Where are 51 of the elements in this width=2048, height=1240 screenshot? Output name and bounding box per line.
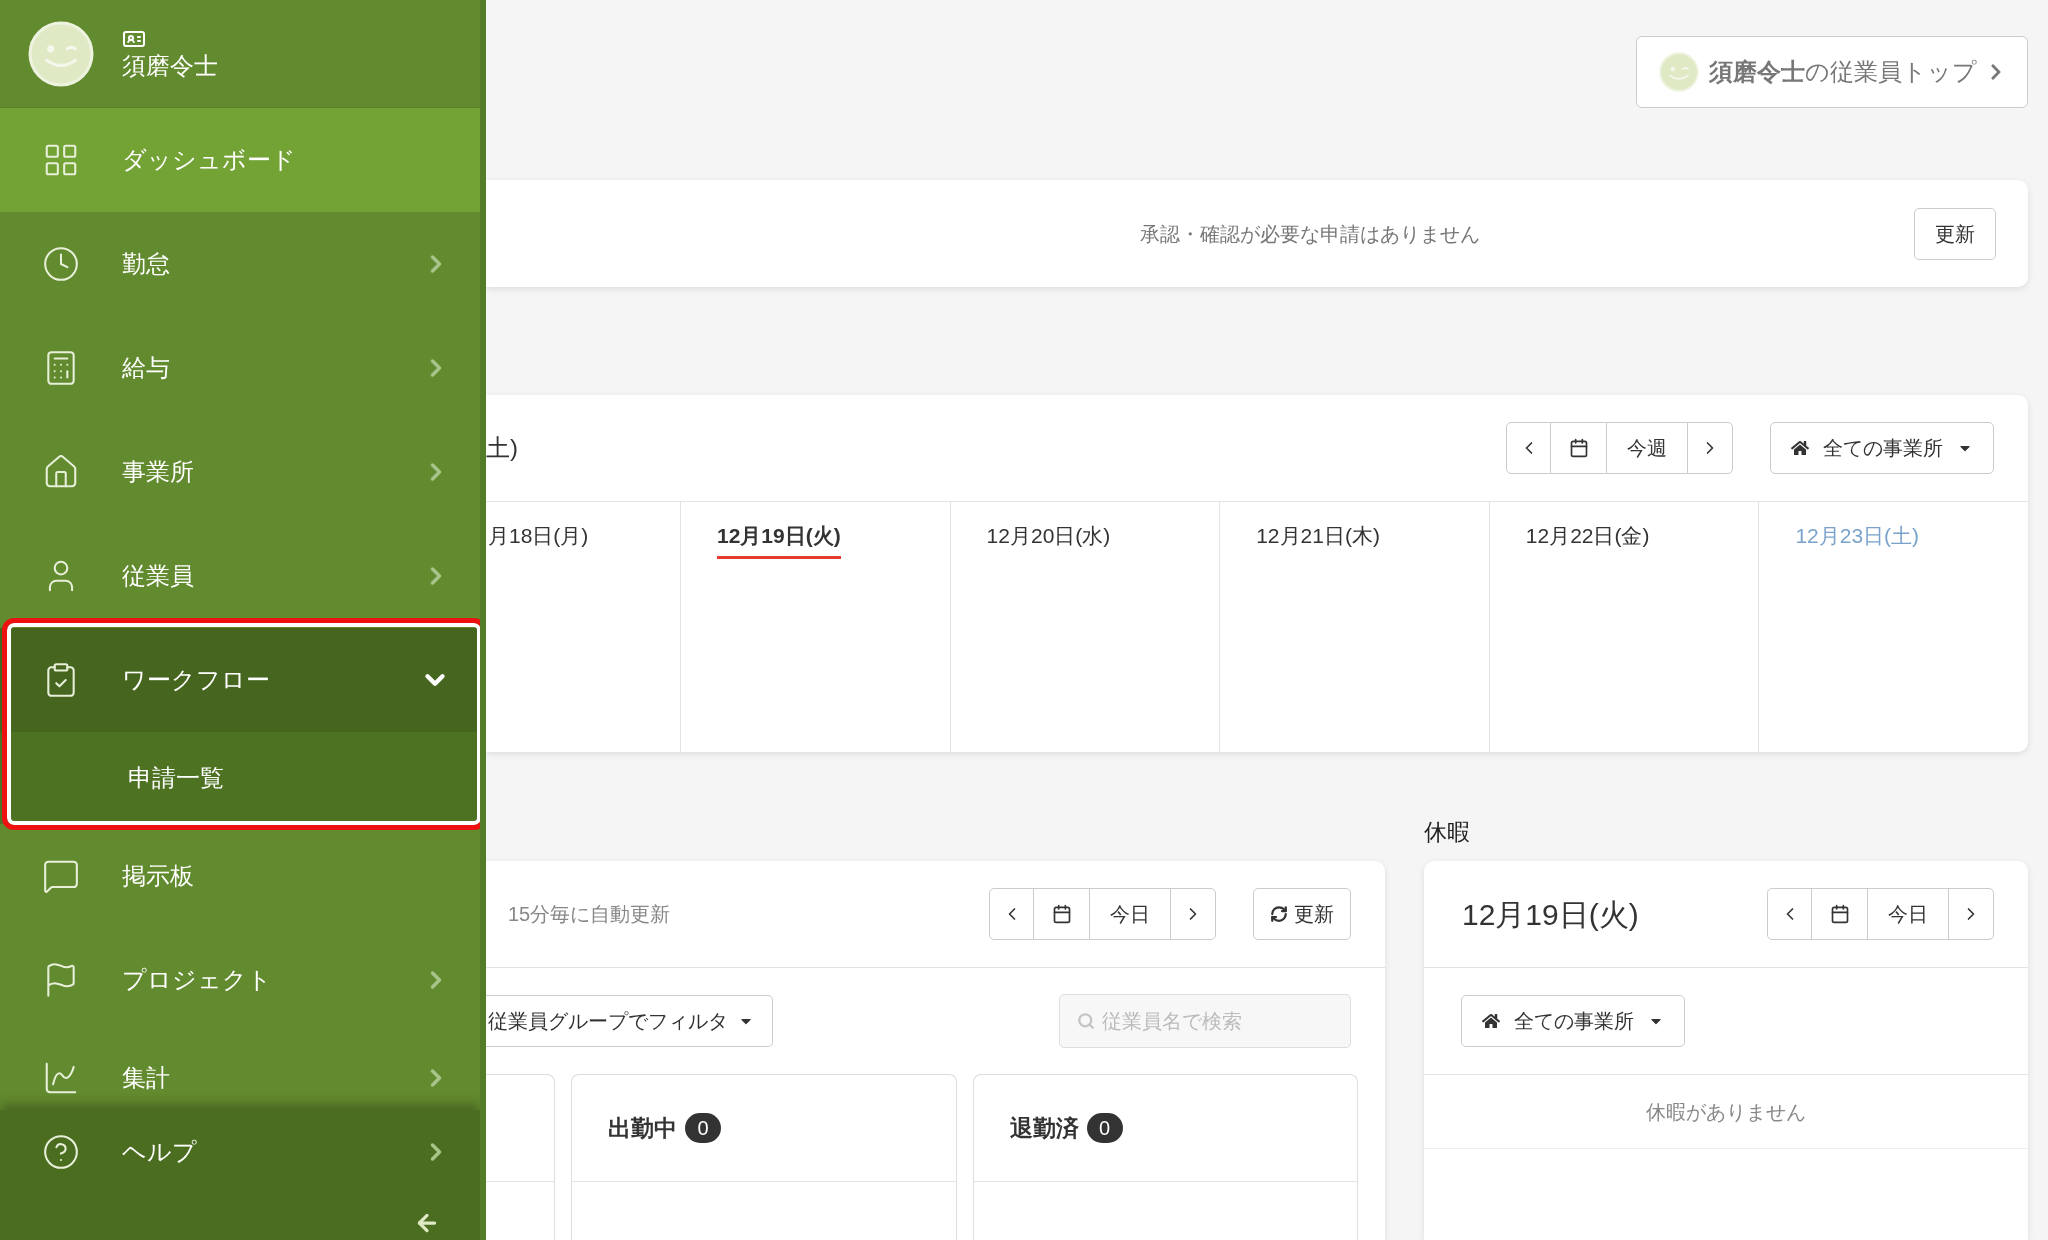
week-title: 土) bbox=[486, 433, 519, 463]
search-field[interactable]: 従業員名で検索 bbox=[1059, 994, 1351, 1048]
sidebar-item[interactable]: ヘルプ bbox=[0, 1110, 480, 1194]
group-filter-dropdown[interactable]: 従業員グループでフィルタ bbox=[486, 995, 773, 1047]
menu-label: 勤怠 bbox=[122, 249, 171, 279]
count-badge: 0 bbox=[685, 1113, 721, 1143]
menu-label: 従業員 bbox=[122, 561, 195, 591]
section-heading: 休暇 bbox=[1424, 818, 1471, 847]
calendar-icon bbox=[1829, 904, 1850, 924]
day-label[interactable]: 月18日(月) bbox=[488, 520, 589, 559]
sidebar-item[interactable]: ワークフロー bbox=[0, 628, 480, 732]
day-label[interactable]: 12月22日(金) bbox=[1525, 520, 1650, 559]
menu-label: ヘルプ bbox=[122, 1137, 198, 1167]
search-icon bbox=[1077, 1012, 1095, 1030]
today-button[interactable]: 今日 bbox=[1868, 889, 1949, 939]
refresh-button[interactable]: 更新 bbox=[1253, 888, 1351, 940]
user-name: 須磨令士 bbox=[122, 50, 218, 81]
employee-top-link[interactable]: 須磨令士の従業員トップ bbox=[1636, 36, 2028, 108]
menu-label: 事業所 bbox=[122, 457, 195, 487]
help-icon bbox=[42, 1133, 80, 1171]
menu-label: 給与 bbox=[122, 353, 171, 383]
menu-label: ワークフロー bbox=[122, 665, 271, 695]
status-title: 退勤済 bbox=[1009, 1113, 1079, 1143]
clock-icon bbox=[42, 245, 80, 283]
auto-update-label: 15分毎に自動更新 bbox=[507, 902, 672, 927]
menu-label: プロジェクト bbox=[122, 965, 273, 995]
avatar bbox=[28, 20, 94, 87]
today-button[interactable]: 今週 bbox=[1607, 423, 1688, 473]
office-dropdown[interactable]: 全ての事業所 bbox=[1461, 995, 1685, 1047]
day-label[interactable]: 12月19日(火) bbox=[717, 520, 841, 559]
empty-message: 承認・確認が必要な申請はありません bbox=[1139, 221, 1481, 247]
today-button[interactable]: 今日 bbox=[1090, 889, 1171, 939]
office-dropdown[interactable]: 全ての事業所 bbox=[1770, 422, 1994, 474]
refresh-icon bbox=[1270, 905, 1288, 923]
house-icon bbox=[1791, 439, 1809, 457]
day-label[interactable]: 12月20日(水) bbox=[986, 520, 1111, 559]
house-icon bbox=[1482, 1012, 1500, 1030]
leave-date: 12月19日(火) bbox=[1462, 896, 1639, 933]
refresh-button[interactable]: 更新 bbox=[1914, 207, 1996, 260]
day-label[interactable]: 12月21日(木) bbox=[1256, 520, 1380, 559]
avatar bbox=[1659, 52, 1699, 92]
status-title: 出勤中 bbox=[608, 1113, 677, 1143]
menu-label: 集計 bbox=[122, 1063, 171, 1093]
calendar-icon bbox=[1568, 438, 1589, 458]
employee-top-label: 須磨令士の従業員トップ bbox=[1709, 57, 1977, 87]
menu-label: ダッシュボード bbox=[122, 145, 297, 175]
empty-message: 休暇がありません bbox=[1646, 1099, 1806, 1125]
menu-label: 掲示板 bbox=[122, 861, 195, 891]
calendar-icon bbox=[1051, 904, 1072, 924]
submenu-item[interactable]: 申請一覧 bbox=[0, 732, 480, 824]
count-badge: 0 bbox=[1086, 1113, 1123, 1143]
